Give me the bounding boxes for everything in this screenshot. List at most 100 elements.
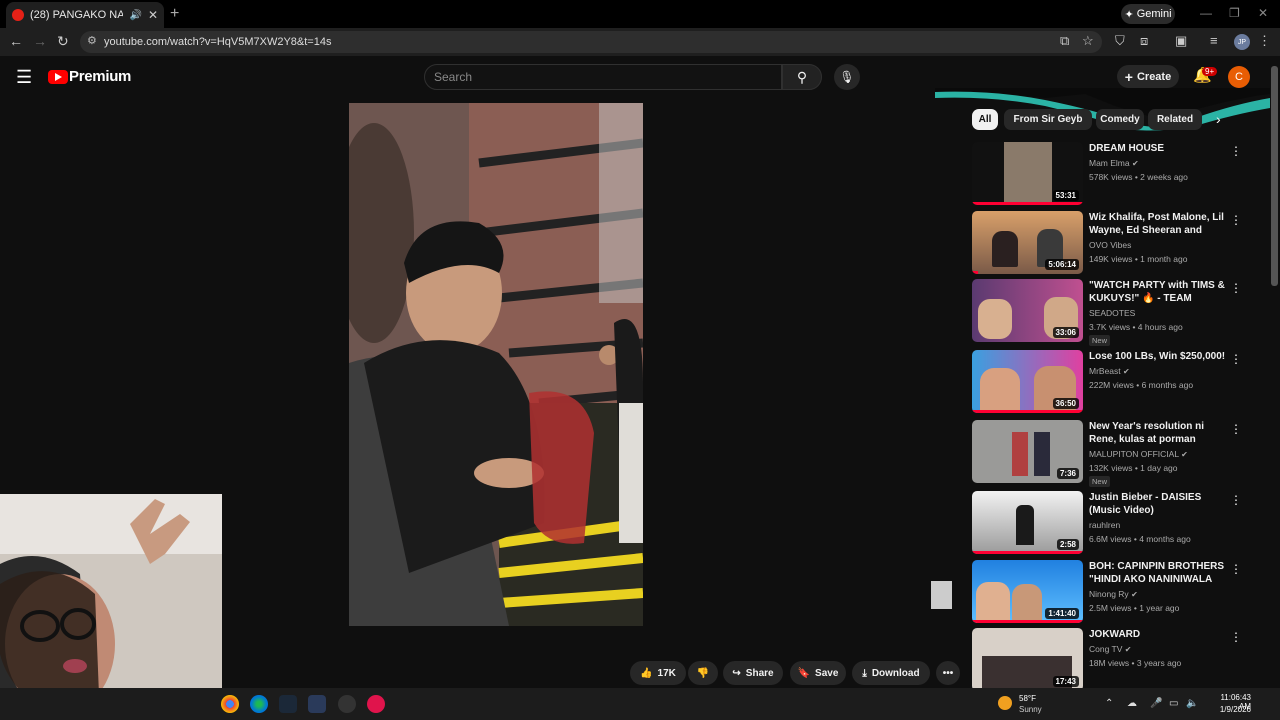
volume-icon[interactable]: 🔈 [1186,698,1198,709]
sun-icon[interactable] [998,696,1012,710]
video-thumbnail[interactable]: 36:50 [972,350,1083,413]
account-avatar[interactable]: C [1228,66,1250,88]
close-tab-icon[interactable]: ✕ [148,8,158,22]
maximize-icon[interactable]: ❐ [1229,6,1240,20]
share-button[interactable]: ↪ Share [723,661,783,685]
create-button[interactable]: + Create [1117,65,1179,88]
edge-icon[interactable] [250,695,268,713]
bookmark-star-icon[interactable]: ☆ [1082,33,1094,49]
video-title[interactable]: New Year's resolution ni Rene, kulas at … [1089,420,1227,446]
site-info-icon[interactable]: ⚙ [87,34,97,47]
more-menu-icon[interactable]: ⋮ [1258,33,1271,49]
more-options-icon[interactable]: ⋮ [1230,630,1242,644]
channel-name[interactable]: SEADOTES [1089,308,1135,318]
video-thumbnail[interactable]: 2:58 [972,491,1083,554]
more-options-icon[interactable]: ⋮ [1230,213,1242,227]
video-title[interactable]: Justin Bieber - DAISIES (Music Video) [1089,491,1227,517]
video-title[interactable]: DREAM HOUSE [1089,142,1227,155]
video-title[interactable]: Lose 100 LBs, Win $250,000! [1089,350,1227,363]
youtube-logo-icon[interactable] [48,70,68,84]
install-app-icon[interactable]: ⧉ [1060,33,1069,49]
video-thumbnail[interactable]: 5:06:14 [972,211,1083,274]
forward-icon[interactable]: → [33,33,47,49]
reload-icon[interactable]: ↻ [57,33,69,50]
recommendation-item[interactable]: 53:31 DREAM HOUSE Mam Elma ✔ 578K views … [972,142,1242,206]
video-thumbnail[interactable]: 17:43 [972,628,1083,691]
gemini-button[interactable]: ✦ Gemini [1121,4,1175,24]
channel-name[interactable]: Mam Elma ✔ [1089,158,1139,168]
dislike-button[interactable]: 👎 [688,661,718,685]
steam-icon[interactable] [279,695,297,713]
minimize-icon[interactable]: — [1200,6,1212,20]
url-text[interactable]: youtube.com/watch?v=HqV5M7XW2Y8&t=14s [104,36,331,48]
split-view-icon[interactable]: ▣ [1175,33,1187,49]
verified-icon: ✔ [1124,645,1132,654]
recommendation-item[interactable]: 1:41:40 BOH: CAPINPIN BROTHERS "HINDI AK… [972,560,1242,624]
chrome-icon[interactable] [221,695,239,713]
channel-name[interactable]: MrBeast ✔ [1089,366,1130,376]
shield-extension-icon[interactable]: ⛉ [1115,33,1125,49]
more-options-icon[interactable]: ⋮ [1230,493,1242,507]
youtube-app-icon[interactable] [367,695,385,713]
search-input[interactable] [424,64,782,90]
profile-avatar[interactable]: JP [1234,34,1250,50]
chevron-up-icon[interactable]: ⌃ [1105,698,1113,709]
video-thumbnail[interactable]: 7:36 [972,420,1083,483]
microphone-tray-icon[interactable]: 🎤 [1150,698,1162,709]
network-icon[interactable]: ▭ [1169,698,1178,709]
video-title[interactable]: "WATCH PARTY with TIMS & KUKUYS!" 🔥 - TE… [1089,279,1227,305]
video-title[interactable]: Wiz Khalifa, Post Malone, Lil Wayne, Ed … [1089,211,1227,237]
recommendation-item[interactable]: 33:06 "WATCH PARTY with TIMS & KUKUYS!" … [972,279,1242,346]
more-actions-button[interactable]: ••• [936,661,960,685]
weather-temperature[interactable]: 58°F [1019,694,1036,703]
video-thumbnail[interactable]: 1:41:40 [972,560,1083,623]
download-button[interactable]: ⤓ Download [852,661,930,685]
browser-tab[interactable]: (28) PANGAKO NA CELLPHO 🔊 ✕ [6,2,164,28]
speaker-icon[interactable]: 🔊 [129,10,141,21]
back-icon[interactable]: ← [9,33,23,49]
channel-name[interactable]: OVO Vibes [1089,240,1131,250]
chip-all[interactable]: All [972,109,998,130]
channel-name[interactable]: Cong TV ✔ [1089,644,1131,654]
create-label: Create [1136,70,1172,83]
clock-date[interactable]: 1/9/2026 [1207,705,1251,714]
weather-condition[interactable]: Sunny [1019,705,1042,714]
video-thumbnail[interactable]: 33:06 [972,279,1083,342]
chip-from-channel[interactable]: From Sir Geyb [1004,109,1092,130]
video-title[interactable]: JOKWARD [1089,628,1227,641]
steam-active-icon[interactable] [308,695,326,713]
recommendation-item[interactable]: 36:50 Lose 100 LBs, Win $250,000! MrBeas… [972,350,1242,414]
brand-label[interactable]: Premium [69,68,131,85]
chip-related[interactable]: Related [1148,109,1202,130]
like-button[interactable]: 👍 17K [630,661,686,685]
save-button[interactable]: 🔖 Save [790,661,846,685]
page-scrollbar[interactable] [1271,66,1278,286]
more-options-icon[interactable]: ⋮ [1230,562,1242,576]
share-icon: ↪ [732,667,741,679]
voice-search-button[interactable]: 🎙 [834,64,860,90]
video-thumbnail[interactable]: 53:31 [972,142,1083,205]
channel-name[interactable]: rauhlren [1089,520,1120,530]
media-controls-icon[interactable]: ≡ [1210,33,1218,48]
search-button[interactable]: ⚲ [782,64,822,90]
extensions-icon[interactable]: ⧈ [1140,33,1148,49]
close-window-icon[interactable]: ✕ [1258,6,1268,20]
recommendation-item[interactable]: 17:43 JOKWARD Cong TV ✔ 18M views • 3 ye… [972,628,1242,692]
recommendation-item[interactable]: 2:58 Justin Bieber - DAISIES (Music Vide… [972,491,1242,555]
more-options-icon[interactable]: ⋮ [1230,144,1242,158]
channel-name[interactable]: MALUPITON OFFICIAL ✔ [1089,449,1188,459]
video-title[interactable]: BOH: CAPINPIN BROTHERS "HINDI AKO NANINI… [1089,560,1227,586]
more-options-icon[interactable]: ⋮ [1230,422,1242,436]
channel-name[interactable]: Ninong Ry ✔ [1089,589,1138,599]
new-tab-button[interactable]: + [170,5,179,23]
cloud-icon[interactable]: ☁ [1127,698,1137,709]
recommendation-item[interactable]: 5:06:14 Wiz Khalifa, Post Malone, Lil Wa… [972,211,1242,275]
more-options-icon[interactable]: ⋮ [1230,352,1242,366]
recommendation-item[interactable]: 7:36 New Year's resolution ni Rene, kula… [972,420,1242,487]
video-player[interactable] [349,103,643,626]
obs-icon[interactable] [338,695,356,713]
chip-comedy[interactable]: Comedy [1096,109,1144,130]
hamburger-menu-icon[interactable]: ☰ [16,67,32,88]
chevron-right-icon[interactable]: › [1216,111,1221,127]
more-options-icon[interactable]: ⋮ [1230,281,1242,295]
